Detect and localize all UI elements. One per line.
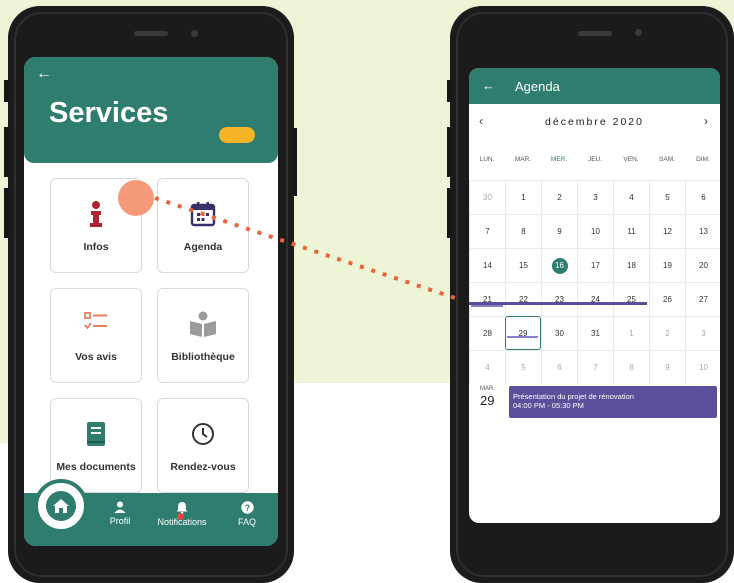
connector-line [154, 196, 456, 300]
